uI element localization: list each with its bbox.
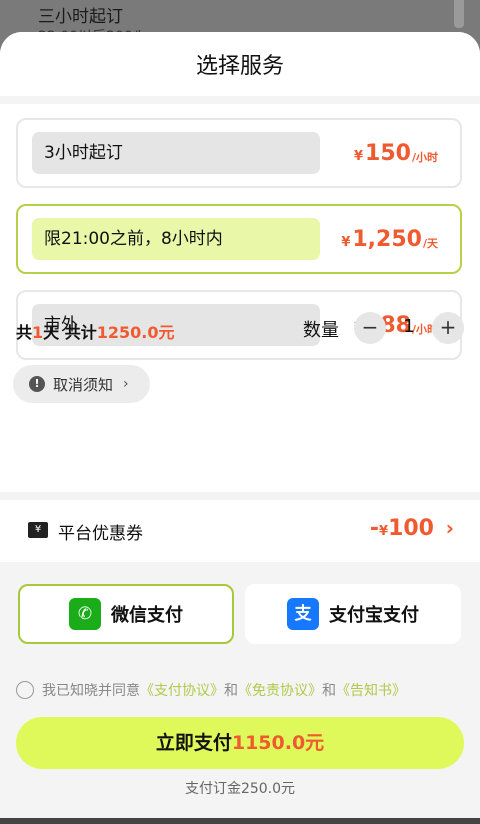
cancel-policy-button[interactable]: ! 取消须知 › [13,365,150,403]
agreement-radio[interactable] [16,681,34,699]
coupon-currency: ¥ [379,524,389,539]
summary-total: 1250.0元 [96,323,175,342]
wechat-pay-label: 微信支付 [111,605,183,626]
wechat-pay-option[interactable]: ✆ 微信支付 [18,584,234,644]
system-nav-bar [0,818,480,824]
chevron-right-icon: › [445,516,454,540]
quantity-minus-button[interactable]: − [354,312,386,344]
agreement-and: 和 [322,683,336,699]
alipay-label: 支付宝支付 [329,605,419,626]
options-section: 3小时起订 ¥ 150 /小时 限21:00之前，8小时内 ¥ 1,250 /天… [0,104,480,492]
coupon-amount: 100 [388,516,434,541]
currency-symbol: ¥ [341,234,351,250]
alipay-option[interactable]: 支 支付宝支付 [245,584,461,644]
agreement-row: 我已知晓并同意 《支付协议》 和 《免责协议》 和 《告知书》 [16,680,406,700]
notice-link[interactable]: 《告知书》 [336,680,406,700]
summary-days: 1 [32,323,44,342]
wechat-icon: ✆ [69,598,101,630]
chevron-right-icon: › [123,376,129,392]
payment-agreement-link[interactable]: 《支付协议》 [140,680,224,700]
cancel-policy-label: 取消须知 [53,375,114,394]
price-unit: /小时 [411,151,438,164]
agreement-and: 和 [224,683,238,699]
alipay-icon: 支 [287,598,319,630]
coupon-row[interactable]: ¥ 平台优惠券 -¥100 › [0,500,480,562]
service-option-2[interactable]: 限21:00之前，8小时内 ¥ 1,250 /天 [16,204,462,274]
deposit-text: 支付订金250.0元 [184,781,296,797]
service-sheet: 选择服务 3小时起订 ¥ 150 /小时 限21:00之前，8小时内 ¥ 1,2… [0,32,480,824]
option-price: ¥ 1,250 /天 [341,206,438,272]
pay-now-label: 立即支付 [155,732,232,754]
sheet-header: 选择服务 [0,32,480,96]
quantity-value: 1 [403,316,415,337]
option-price: ¥ 150 /小时 [354,120,438,186]
summary-days-suffix: 天 共计 [43,323,97,342]
price-unit: /天 [422,237,438,250]
info-icon: ! [29,376,45,392]
coupon-prefix: - [369,516,380,541]
option-label: 3小时起订 [32,132,320,174]
coupon-value: -¥100 [370,516,434,541]
price-amount: 1,250 [352,226,422,252]
agreement-text: 我已知晓并同意 [42,683,140,699]
sheet-title: 选择服务 [195,54,284,79]
background-handle [454,0,464,28]
option-label: 限21:00之前，8小时内 [32,218,320,260]
currency-symbol: ¥ [353,148,364,164]
summary-prefix: 共 [16,323,33,342]
order-summary: 共1天 共计1250.0元 [16,319,174,343]
quantity-plus-button[interactable]: + [432,312,464,344]
background-text: 三小时起订 [38,7,123,27]
pay-now-amount: 1150.0元 [231,732,325,754]
pay-now-button[interactable]: 立即支付1150.0元 [16,717,464,769]
coupon-icon: ¥ [28,522,48,538]
quantity-label: 数量 [303,320,339,341]
price-amount: 150 [365,140,411,166]
coupon-label: 平台优惠券 [58,524,143,544]
service-option-1[interactable]: 3小时起订 ¥ 150 /小时 [16,118,462,188]
disclaimer-link[interactable]: 《免责协议》 [238,680,322,700]
